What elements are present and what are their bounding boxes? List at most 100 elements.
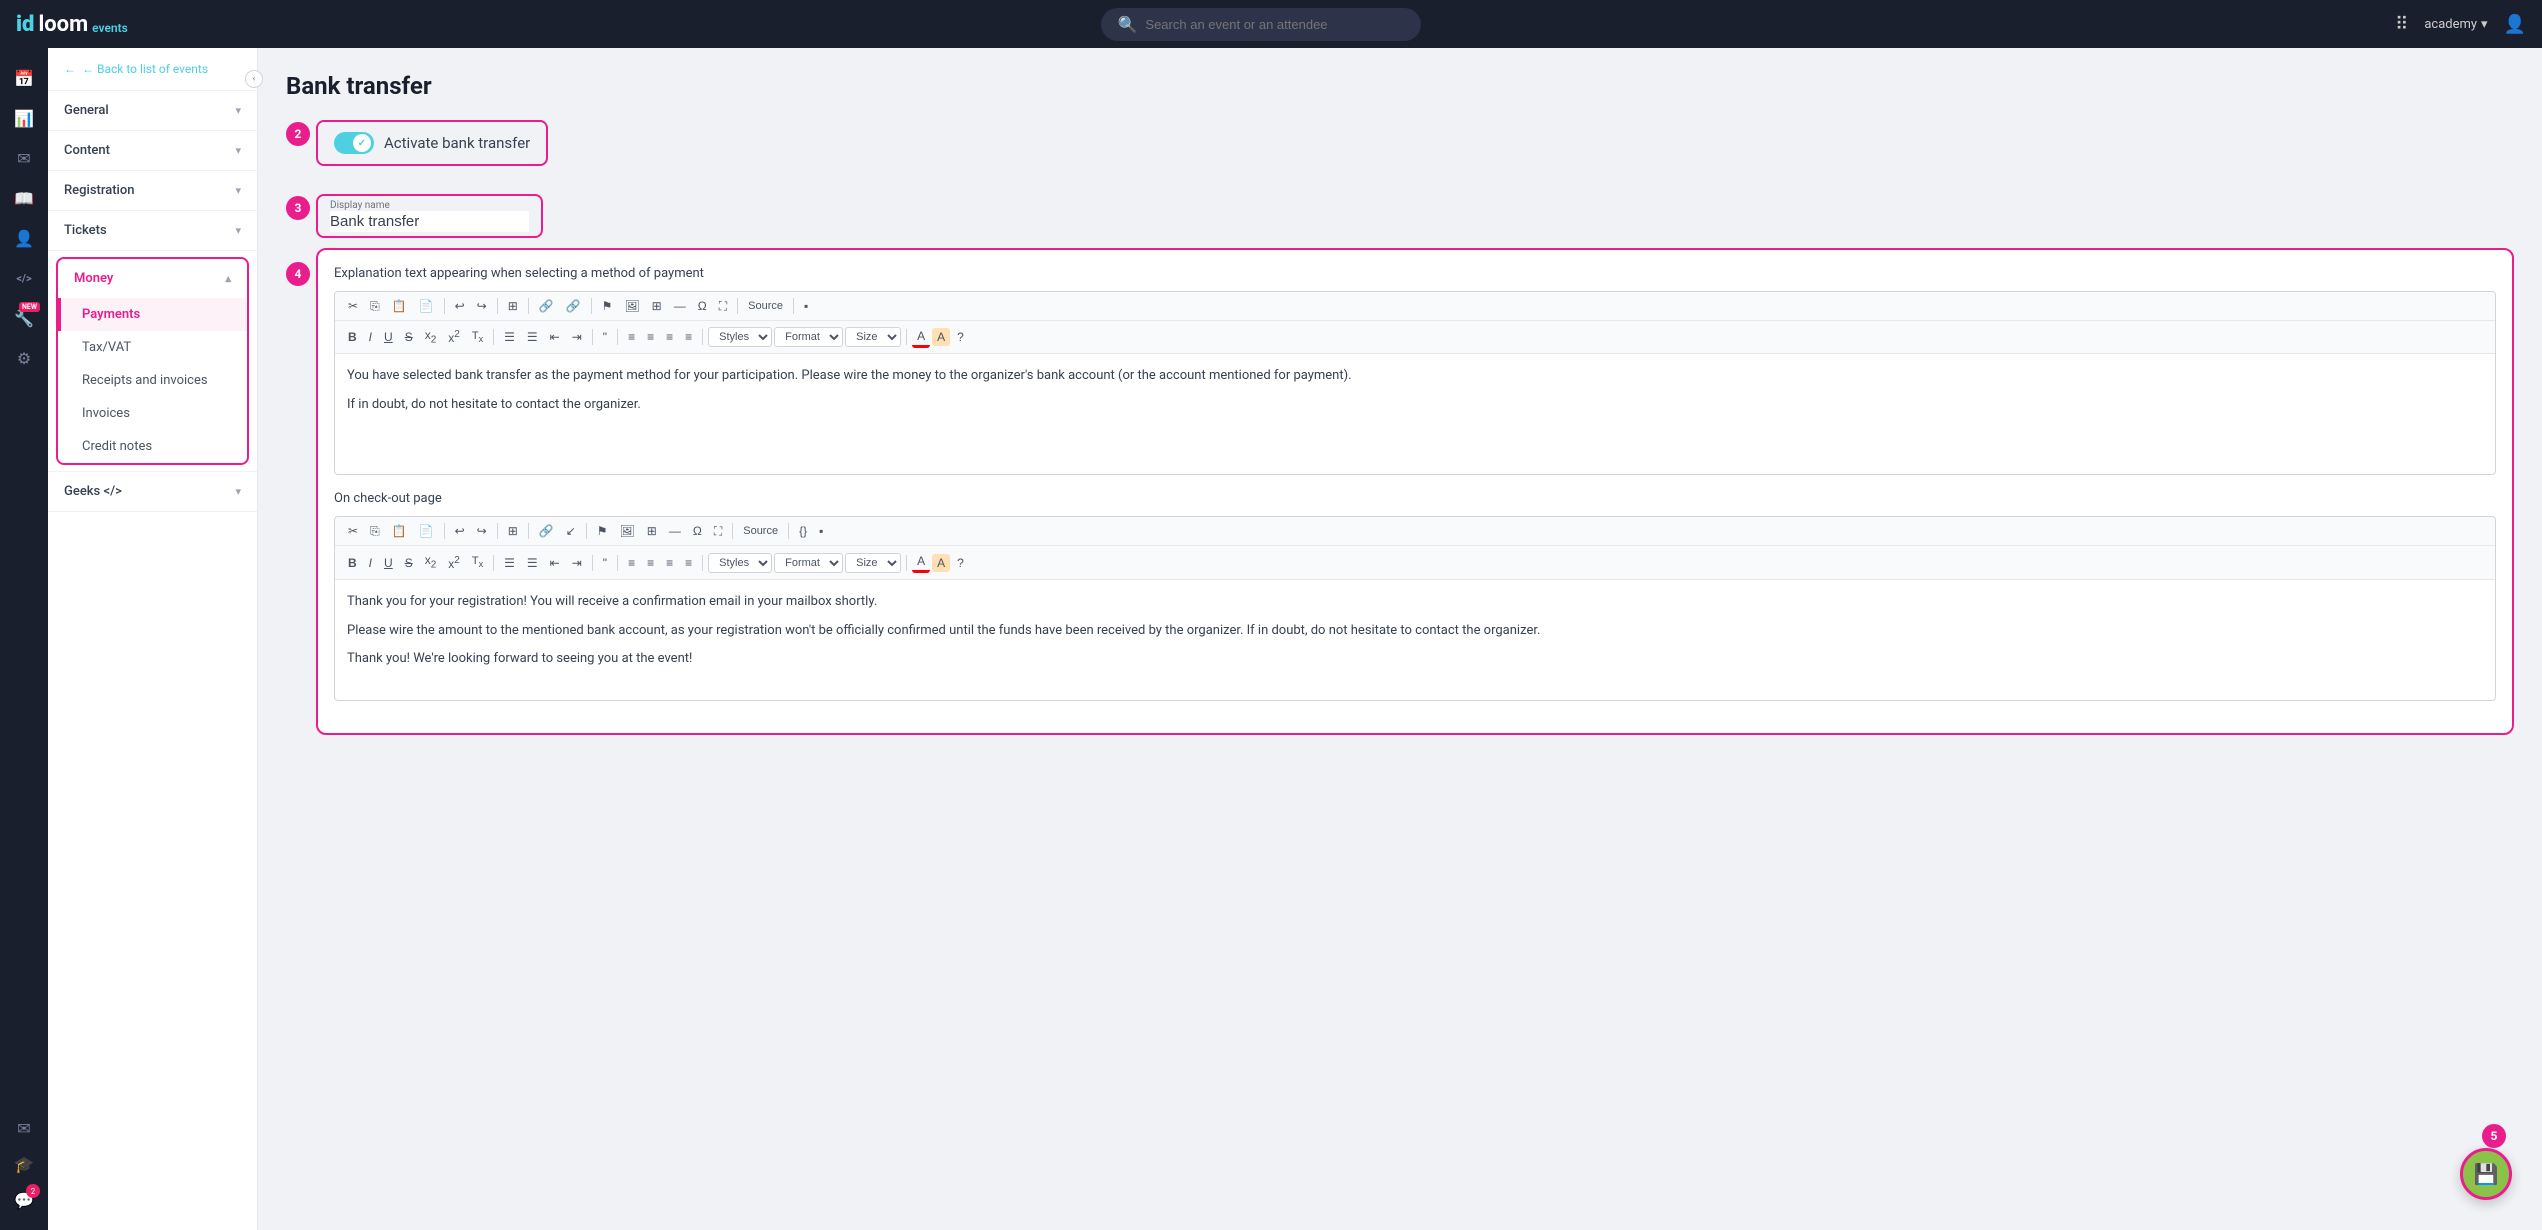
- sidebar-item-creditnotes[interactable]: Credit notes: [58, 430, 247, 463]
- rail-newfeature-icon[interactable]: 🔧 NEW: [6, 300, 42, 336]
- editor2-content[interactable]: Thank you for your registration! You wil…: [335, 580, 2495, 700]
- paste-special-button[interactable]: ⊞: [503, 297, 523, 315]
- rail-users-icon[interactable]: 👤: [6, 220, 42, 256]
- sidebar-content-header[interactable]: Content ▾: [48, 131, 257, 170]
- sidebar-item-payments[interactable]: Payments: [58, 298, 247, 331]
- justify-button[interactable]: ≡: [680, 328, 697, 346]
- flag-button2[interactable]: ⚑: [592, 522, 613, 540]
- paste-button[interactable]: 📋: [387, 297, 412, 315]
- align-right-button2[interactable]: ≡: [661, 554, 678, 572]
- rail-calendar-icon[interactable]: 📅: [6, 60, 42, 96]
- save-button[interactable]: 💾: [2460, 1148, 2512, 1200]
- size-select[interactable]: Size: [845, 327, 901, 347]
- help-button[interactable]: ?: [952, 328, 969, 346]
- special-char-button2[interactable]: Ω: [688, 522, 707, 540]
- search-box[interactable]: 🔍: [1101, 8, 1421, 41]
- paste-button2[interactable]: 📋: [387, 522, 412, 540]
- align-left-button[interactable]: ≡: [623, 328, 640, 346]
- rail-envelope-icon[interactable]: ✉: [6, 1110, 42, 1146]
- align-center-button2[interactable]: ≡: [642, 554, 659, 572]
- more-button2[interactable]: ▪: [814, 522, 828, 540]
- strikethrough-button2[interactable]: S: [400, 554, 418, 572]
- fontcolor-button[interactable]: A: [912, 327, 930, 348]
- ul-button2[interactable]: ☰: [522, 554, 543, 572]
- grid-icon[interactable]: ⠿: [2395, 14, 2408, 35]
- rail-settings-icon[interactable]: ⚙: [6, 340, 42, 376]
- image-button[interactable]: 🖼: [619, 297, 644, 315]
- indent-button[interactable]: ⇥: [567, 328, 587, 346]
- align-center-button[interactable]: ≡: [642, 328, 659, 346]
- account-menu[interactable]: academy ▾: [2424, 17, 2487, 32]
- styles-select[interactable]: Styles: [708, 327, 772, 347]
- help-button2[interactable]: ?: [952, 554, 969, 572]
- sidebar-tickets-header[interactable]: Tickets ▾: [48, 211, 257, 250]
- removeformat-button2[interactable]: Tx: [467, 553, 488, 572]
- format-select[interactable]: Format: [774, 327, 843, 347]
- format-select2[interactable]: Format: [774, 553, 843, 573]
- source-button2[interactable]: Source: [738, 523, 783, 540]
- blockquote-button2[interactable]: ": [598, 554, 612, 572]
- paste-plain-button2[interactable]: 📄: [414, 522, 439, 540]
- subscript-button2[interactable]: x2: [420, 551, 442, 573]
- rail-chat-icon[interactable]: 💬 2: [6, 1182, 42, 1218]
- copy-button[interactable]: ⎘: [365, 297, 385, 315]
- sidebar-geeks-header[interactable]: Geeks </> ▾: [48, 472, 257, 511]
- redo-button2[interactable]: ↪: [472, 522, 492, 540]
- cut-button2[interactable]: ✂: [343, 522, 363, 540]
- ol-button[interactable]: ☰: [499, 328, 520, 346]
- search-input[interactable]: [1145, 17, 1405, 32]
- sidebar-collapse-button[interactable]: ‹: [245, 70, 263, 88]
- hr-button[interactable]: —: [669, 297, 691, 315]
- outdent-button[interactable]: ⇤: [545, 328, 565, 346]
- bold-button[interactable]: B: [343, 328, 362, 346]
- braces-button[interactable]: {}: [794, 522, 812, 540]
- display-name-input[interactable]: [330, 211, 529, 232]
- sidebar-money-header[interactable]: Money ▴: [58, 259, 247, 298]
- editor1-content[interactable]: You have selected bank transfer as the p…: [335, 354, 2495, 474]
- activate-toggle[interactable]: [334, 132, 374, 154]
- sidebar-item-receipts[interactable]: Receipts and invoices: [58, 364, 247, 397]
- rail-chart-icon[interactable]: 📊: [6, 100, 42, 136]
- justify-button2[interactable]: ≡: [680, 554, 697, 572]
- ol-button2[interactable]: ☰: [499, 554, 520, 572]
- table-button2[interactable]: ⊞: [642, 522, 662, 540]
- unlink-button2[interactable]: ↙: [561, 522, 581, 540]
- hr-button2[interactable]: —: [664, 522, 686, 540]
- flag-button[interactable]: ⚑: [597, 297, 618, 315]
- underline-button2[interactable]: U: [379, 554, 398, 572]
- sidebar-general-header[interactable]: General ▾: [48, 91, 257, 130]
- indent-button2[interactable]: ⇥: [567, 554, 587, 572]
- underline-button[interactable]: U: [379, 328, 398, 346]
- link-button2[interactable]: 🔗: [534, 522, 559, 540]
- sidebar-registration-header[interactable]: Registration ▾: [48, 171, 257, 210]
- copy-button2[interactable]: ⎘: [365, 522, 385, 540]
- unlink-button[interactable]: 🔗: [561, 297, 586, 315]
- source-button[interactable]: Source: [743, 298, 788, 315]
- paste-special-button2[interactable]: ⊞: [503, 522, 523, 540]
- italic-button[interactable]: I: [364, 328, 377, 346]
- undo-button[interactable]: ↩: [450, 297, 470, 315]
- bgcolor-button2[interactable]: A: [932, 554, 950, 572]
- fullscreen-button[interactable]: ⛶: [714, 297, 732, 315]
- rail-book-icon[interactable]: 📖: [6, 180, 42, 216]
- blockquote-button[interactable]: ": [598, 328, 612, 346]
- rail-graduation-icon[interactable]: 🎓: [6, 1146, 42, 1182]
- back-to-events[interactable]: ← ← Back to list of events: [48, 48, 257, 91]
- table-button[interactable]: ⊞: [647, 297, 667, 315]
- bold-button2[interactable]: B: [343, 554, 362, 572]
- align-right-button[interactable]: ≡: [661, 328, 678, 346]
- size-select2[interactable]: Size: [845, 553, 901, 573]
- rail-email-icon[interactable]: ✉: [6, 140, 42, 176]
- italic-button2[interactable]: I: [364, 554, 377, 572]
- fullscreen-button2[interactable]: ⛶: [709, 522, 727, 540]
- redo-button[interactable]: ↪: [472, 297, 492, 315]
- image-button2[interactable]: 🖼: [615, 522, 640, 540]
- superscript-button2[interactable]: x2: [443, 553, 465, 573]
- sidebar-item-taxvat[interactable]: Tax/VAT: [58, 331, 247, 364]
- paste-plain-button[interactable]: 📄: [414, 297, 439, 315]
- outdent-button2[interactable]: ⇤: [545, 554, 565, 572]
- rail-code-icon[interactable]: </>: [6, 260, 42, 296]
- removeformat-button[interactable]: Tx: [467, 328, 488, 347]
- fontcolor-button2[interactable]: A: [912, 552, 930, 573]
- cut-button[interactable]: ✂: [343, 297, 363, 315]
